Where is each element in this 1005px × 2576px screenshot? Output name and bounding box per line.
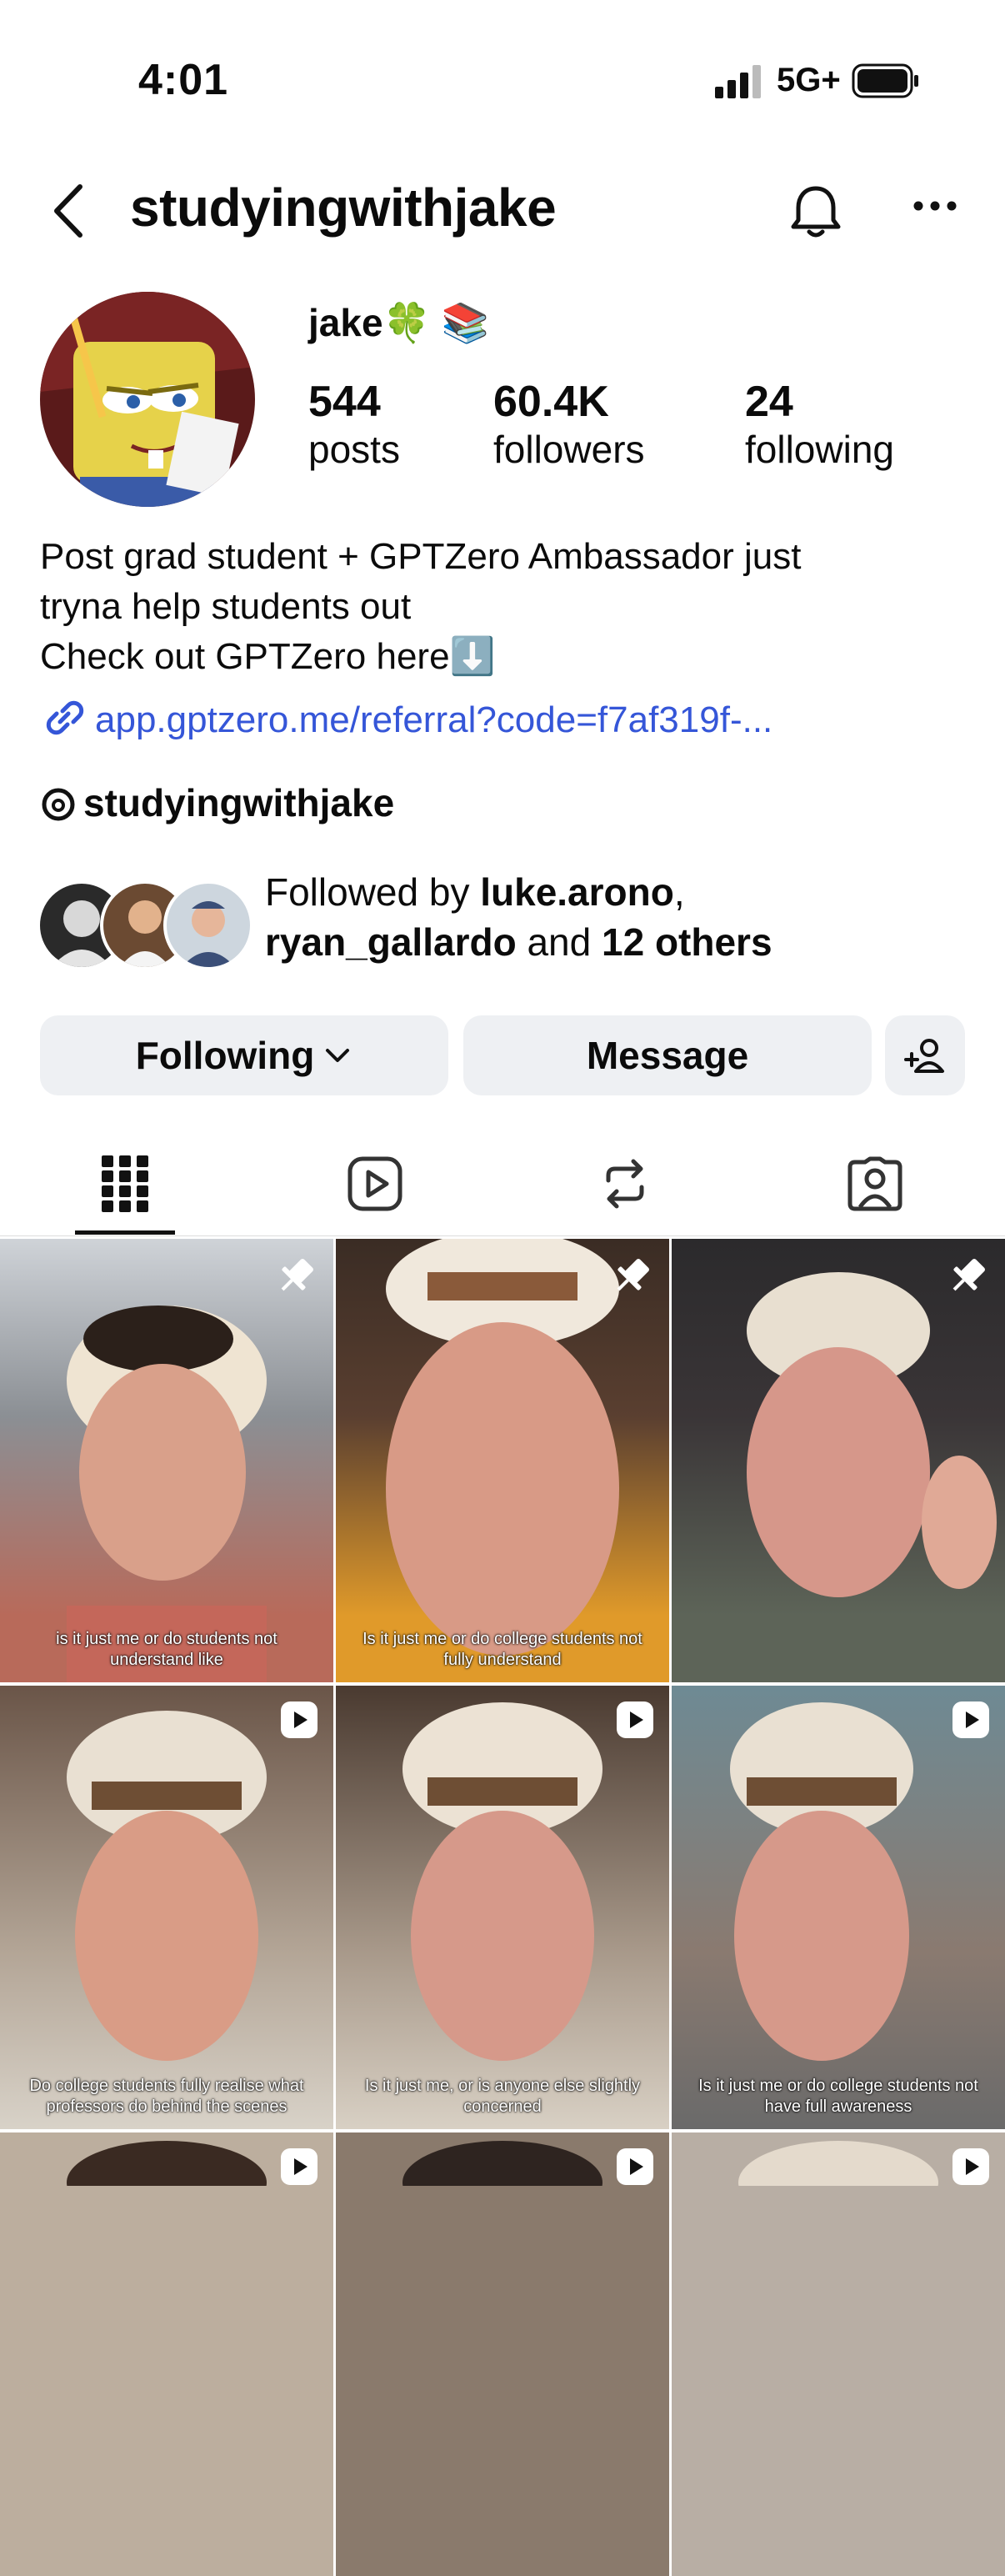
followers-stat[interactable]: 60.4K followers <box>493 377 645 472</box>
tagged-person-icon <box>848 1156 902 1211</box>
reel-icon <box>952 2148 989 2185</box>
status-time: 4:01 <box>138 56 229 104</box>
display-name: jake🍀 📚 <box>308 301 489 344</box>
add-person-icon <box>904 1039 944 1073</box>
battery-icon <box>852 63 918 98</box>
post-thumbnail[interactable]: Do college students fully realise what p… <box>0 1686 333 2129</box>
followed-by-text[interactable]: Followed by luke.arono, ryan_gallardo an… <box>265 867 772 967</box>
more-options-icon[interactable] <box>913 200 957 212</box>
repost-icon <box>606 1159 644 1209</box>
post-thumbnail[interactable]: Is it just me, or is anyone else slightl… <box>336 1686 669 2129</box>
message-button[interactable]: Message <box>463 1015 872 1095</box>
suggested-users-button[interactable] <box>885 1015 965 1095</box>
post-thumbnail[interactable] <box>0 2132 333 2576</box>
followed-by-separator: , <box>673 870 685 914</box>
chevron-down-icon <box>326 1049 350 1062</box>
post-image <box>747 1272 997 1597</box>
following-count: 24 <box>745 378 793 426</box>
post-thumbnail[interactable]: Is it just me or do college students not… <box>672 1686 1005 2129</box>
post-image <box>67 1306 267 1682</box>
link-icon <box>46 700 84 735</box>
followed-by-and: and <box>516 920 602 964</box>
back-arrow-icon[interactable] <box>50 182 88 240</box>
post-image <box>402 1702 602 2061</box>
profile-avatar[interactable] <box>40 292 255 507</box>
bio-link-text: app.gptzero.me/referral?code=f7af319f-..… <box>95 699 773 740</box>
post-caption: is it just me or do students not underst… <box>56 1630 278 1669</box>
post-caption: Do college students fully realise what p… <box>29 2077 304 2116</box>
tab-divider <box>0 1235 1005 1236</box>
reel-icon <box>281 1701 318 1738</box>
reel-icon <box>952 1701 989 1738</box>
post-image <box>386 1239 619 1656</box>
tab-reels[interactable] <box>333 1150 417 1217</box>
followers-label: followers <box>493 428 645 471</box>
threads-handle: studyingwithjake <box>83 781 395 824</box>
followers-count: 60.4K <box>493 378 609 426</box>
post-caption: Is it just me, or is anyone else slightl… <box>364 2077 641 2116</box>
active-tab-indicator <box>75 1230 175 1235</box>
post-thumbnail[interactable]: Is it just me or do college students not… <box>336 1239 669 1682</box>
post-thumbnail[interactable] <box>336 2132 669 2576</box>
following-stat[interactable]: 24 following <box>745 377 894 472</box>
signal-icon <box>715 65 761 98</box>
post-thumbnail[interactable] <box>672 2132 1005 2576</box>
reels-icon <box>348 1156 402 1211</box>
reel-icon <box>617 2148 653 2185</box>
bio-line: Check out GPTZero here⬇️ <box>40 636 496 677</box>
post-thumbnail[interactable] <box>672 1239 1005 1682</box>
reel-icon <box>281 2148 318 2185</box>
post-caption: Is it just me or do college students not… <box>362 1630 642 1669</box>
post-image <box>67 1711 267 2061</box>
mutual-follower-name: ryan_gallardo <box>265 920 517 964</box>
reel-icon <box>617 1701 653 1738</box>
posts-stat[interactable]: 544 posts <box>308 377 400 472</box>
grid-icon <box>102 1155 148 1212</box>
message-button-label: Message <box>586 1034 749 1077</box>
following-button[interactable]: Following <box>40 1015 448 1095</box>
profile-username: studyingwithjake <box>130 178 557 238</box>
following-button-label: Following <box>135 1034 315 1077</box>
pin-icon <box>281 1259 313 1291</box>
threads-badge[interactable]: studyingwithjake <box>40 780 394 825</box>
pin-icon <box>617 1259 649 1291</box>
following-label: following <box>745 428 894 471</box>
mutual-followers-others: 12 others <box>602 920 772 964</box>
mutual-follower-name: luke.arono <box>480 870 674 914</box>
bio-line: Post grad student + GPTZero Ambassador j… <box>40 536 802 577</box>
avatar-image <box>40 292 255 507</box>
profile-bio: Post grad student + GPTZero Ambassador j… <box>40 532 973 682</box>
post-image <box>730 1702 913 2061</box>
bio-line: tryna help students out <box>40 586 412 627</box>
follower-avatar[interactable] <box>163 880 253 970</box>
notification-bell-icon[interactable] <box>787 182 845 240</box>
post-caption: Is it just me or do college students not… <box>698 2077 978 2116</box>
pin-icon <box>952 1259 985 1291</box>
posts-label: posts <box>308 428 400 471</box>
bio-link[interactable]: app.gptzero.me/referral?code=f7af319f-..… <box>40 697 772 741</box>
threads-icon <box>42 788 75 821</box>
tab-reposts[interactable] <box>583 1150 667 1217</box>
posts-count: 544 <box>308 378 381 426</box>
followed-by-prefix: Followed by <box>265 870 481 914</box>
post-thumbnail[interactable]: is it just me or do students not underst… <box>0 1239 333 1682</box>
tab-posts-grid[interactable] <box>83 1150 167 1217</box>
network-type: 5G+ <box>777 62 841 98</box>
tab-tagged[interactable] <box>833 1150 917 1217</box>
